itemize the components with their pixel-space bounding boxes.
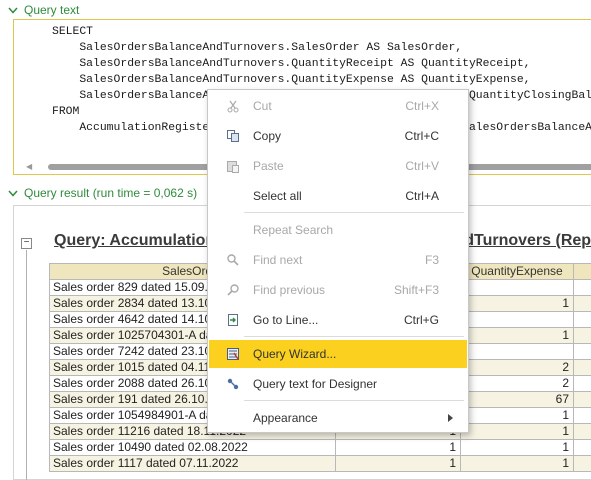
menu-item-label: Find next: [253, 253, 303, 267]
quantity-cell[interactable]: [573, 375, 591, 392]
quantity-cell[interactable]: [460, 311, 574, 328]
menu-item-label: Appearance: [253, 411, 318, 425]
menu-item-label: Go to Line...: [253, 313, 319, 327]
quantity-cell[interactable]: [573, 343, 591, 360]
query-line: FROM: [52, 106, 80, 118]
menu-separator: [244, 336, 464, 337]
quantity-cell[interactable]: [573, 439, 591, 456]
menu-item-label: Select all: [253, 189, 302, 203]
quantity-cell[interactable]: 1: [460, 423, 574, 440]
menu-item-shortcut: Ctrl+G: [403, 313, 439, 327]
menu-item-select-all[interactable]: Select all Ctrl+A: [209, 182, 467, 210]
find-previous-icon: [225, 282, 241, 298]
scissors-icon: [225, 98, 241, 114]
menu-item-query-text-for-designer[interactable]: Query text for Designer: [209, 370, 467, 398]
find-next-icon: [225, 252, 241, 268]
submenu-arrow-icon: [448, 414, 453, 422]
quantity-cell[interactable]: [573, 359, 591, 376]
quantity-cell[interactable]: [573, 295, 591, 312]
quantity-cell[interactable]: [573, 455, 591, 472]
menu-item-shortcut: Ctrl+V: [405, 159, 439, 173]
query-line: SELECT: [52, 26, 94, 38]
menu-item-cut[interactable]: Cut Ctrl+X: [209, 92, 467, 120]
menu-item-shortcut: Ctrl+X: [405, 99, 439, 113]
column-header[interactable]: [573, 263, 591, 280]
menu-item-repeat-search[interactable]: Repeat Search: [209, 216, 467, 244]
query-text-group-header[interactable]: Query text: [6, 2, 79, 18]
quantity-cell[interactable]: 1: [335, 455, 461, 472]
menu-item-label: Copy: [253, 129, 282, 143]
quantity-cell[interactable]: 1: [335, 439, 461, 456]
quantity-cell[interactable]: [573, 391, 591, 408]
scroll-left-icon[interactable]: ◀: [26, 162, 34, 172]
menu-item-copy[interactable]: Copy Ctrl+C: [209, 122, 467, 150]
query-line: SalesOrdersBalanceAndTurnovers.QuantityE…: [52, 74, 531, 86]
quantity-cell[interactable]: 1: [460, 327, 574, 344]
menu-item-label: Cut: [253, 99, 272, 113]
menu-item-appearance[interactable]: Appearance: [209, 404, 467, 432]
menu-separator: [244, 212, 464, 213]
query-result-group-header[interactable]: Query result (run time = 0,062 s): [6, 185, 197, 201]
menu-item-shortcut: F3: [424, 253, 439, 267]
menu-item-label: Repeat Search: [253, 223, 334, 237]
column-header[interactable]: QuantityExpense: [460, 263, 574, 280]
copy-icon: [225, 128, 241, 144]
quantity-cell[interactable]: [573, 407, 591, 424]
quantity-cell[interactable]: [573, 423, 591, 440]
paste-icon: [225, 158, 241, 174]
quantity-cell[interactable]: 1: [460, 455, 574, 472]
menu-item-label: Paste: [253, 159, 284, 173]
quantity-cell[interactable]: 1: [460, 407, 574, 424]
designer-icon: [225, 376, 241, 392]
quantity-cell[interactable]: [460, 343, 574, 360]
menu-item-shortcut: Ctrl+A: [405, 189, 439, 203]
context-menu: Cut Ctrl+X Copy Ctrl+C Paste Ctrl+V Select all…: [207, 89, 469, 433]
menu-item-query-wizard[interactable]: Query Wizard...: [209, 340, 467, 368]
query-result-header-label: Query result (run time = 0,062 s): [24, 186, 198, 200]
quantity-cell[interactable]: [573, 279, 591, 296]
menu-item-label: Find previous: [253, 283, 326, 297]
quantity-cell[interactable]: 67: [460, 391, 574, 408]
quantity-cell[interactable]: [573, 311, 591, 328]
quantity-cell[interactable]: [460, 279, 574, 296]
query-line: SalesOrdersBalanceAndTurnovers.SalesOrde…: [52, 42, 463, 54]
query-text-header-label: Query text: [24, 3, 80, 17]
quantity-cell[interactable]: 1: [460, 295, 574, 312]
query-line: SalesOrdersBalanceAndTurnovers.QuantityR…: [52, 58, 531, 70]
menu-separator: [244, 400, 464, 401]
quantity-cell[interactable]: 2: [460, 359, 574, 376]
group-tree-line: [26, 250, 27, 480]
quantity-cell[interactable]: 1: [460, 439, 574, 456]
menu-item-go-to-line[interactable]: Go to Line... Ctrl+G: [209, 306, 467, 334]
quantity-cell[interactable]: 2: [460, 375, 574, 392]
menu-item-label: Query text for Designer: [253, 377, 378, 391]
chevron-down-icon: [6, 190, 20, 197]
menu-item-paste[interactable]: Paste Ctrl+V: [209, 152, 467, 180]
menu-item-find-previous[interactable]: Find previous Shift+F3: [209, 276, 467, 304]
menu-item-shortcut: Ctrl+C: [404, 129, 439, 143]
sales-order-cell[interactable]: Sales order 10490 dated 02.08.2022: [49, 439, 336, 456]
collapse-group-button[interactable]: −: [21, 238, 32, 249]
sales-order-cell[interactable]: Sales order 1117 dated 07.11.2022: [49, 455, 336, 472]
chevron-down-icon: [6, 7, 20, 14]
query-wizard-icon: [225, 346, 241, 362]
go-to-line-icon: [225, 312, 241, 328]
menu-item-label: Query Wizard...: [253, 347, 337, 361]
menu-item-shortcut: Shift+F3: [393, 283, 439, 297]
menu-item-find-next[interactable]: Find next F3: [209, 246, 467, 274]
quantity-cell[interactable]: [573, 327, 591, 344]
